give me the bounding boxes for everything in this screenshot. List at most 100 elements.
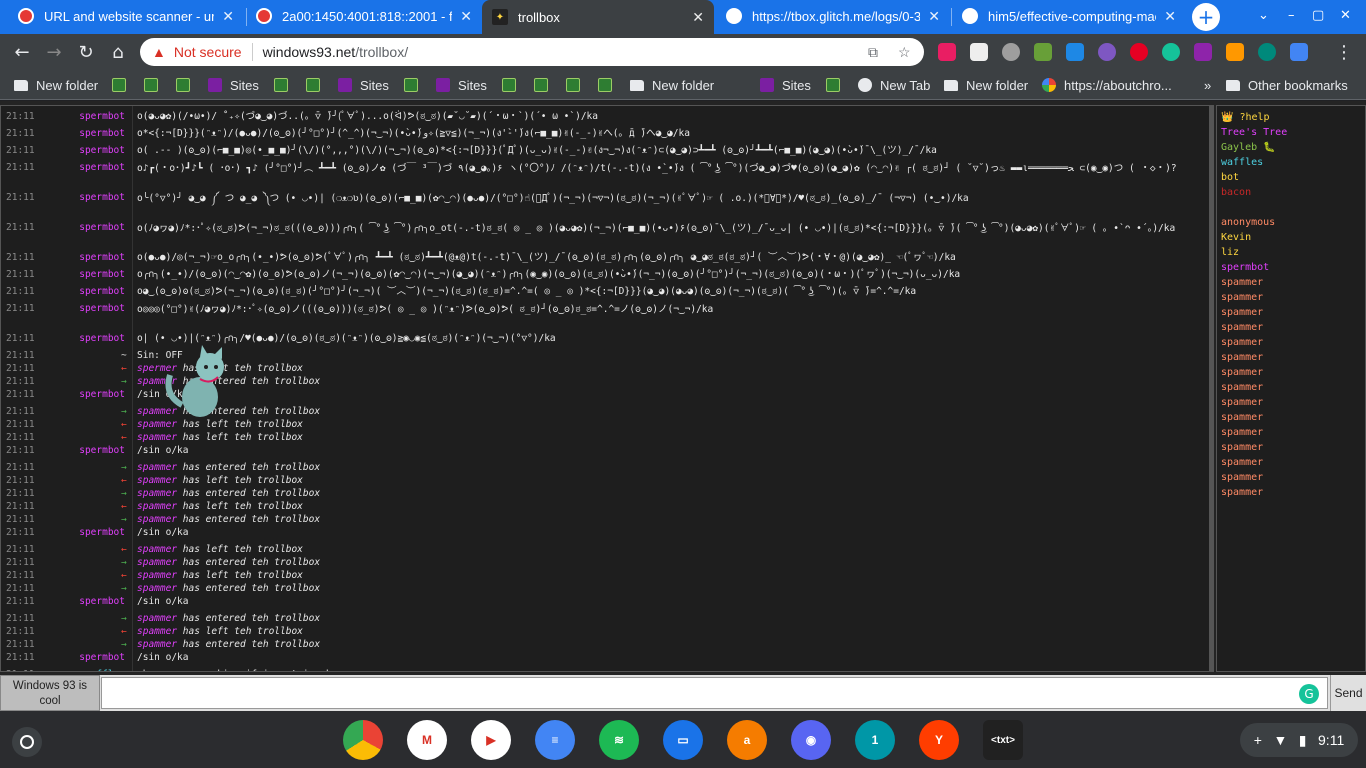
message-nick[interactable]: spermbot (79, 332, 125, 345)
event-nick[interactable]: spammer (137, 419, 177, 430)
chat-scrollbar[interactable] (1210, 105, 1214, 672)
user-list-item[interactable]: bacon (1221, 185, 1361, 200)
message-nick[interactable]: spermbot (79, 144, 125, 157)
discord-icon[interactable]: ◉ (791, 720, 831, 760)
other-bookmarks[interactable]: Other bookmarks (1226, 75, 1348, 95)
launcher-button[interactable] (12, 727, 42, 757)
event-nick[interactable]: spammer (137, 613, 177, 624)
extension-icon[interactable] (938, 43, 956, 61)
user-list-item[interactable]: spammer (1221, 290, 1361, 305)
forward-button[interactable]: → (42, 40, 66, 64)
message-nick[interactable]: spermbot (79, 444, 125, 457)
extension-icon[interactable] (1098, 43, 1116, 61)
security-status[interactable]: Not secure (174, 44, 242, 60)
event-nick[interactable]: spammer (137, 432, 177, 443)
bookmark-sites[interactable]: Sites (436, 75, 487, 95)
yandex-icon[interactable]: Y (919, 720, 959, 760)
bookmark-star-icon[interactable]: ☆ (898, 44, 911, 61)
open-external-icon[interactable]: ⧉ (868, 44, 878, 61)
one-icon[interactable]: 1 (855, 720, 895, 760)
user-list-item[interactable]: liz (1221, 245, 1361, 260)
address-bar[interactable]: ▲ Not secure windows93.net/trollbox/ ⧉ ☆ (140, 38, 924, 66)
back-button[interactable]: ← (10, 40, 34, 64)
user-list-item[interactable]: spammer (1221, 365, 1361, 380)
docs-icon[interactable]: ≡ (535, 720, 575, 760)
user-list-item[interactable]: spammer (1221, 395, 1361, 410)
new-tab-button[interactable]: + (1192, 3, 1220, 31)
user-list-item[interactable]: bot (1221, 170, 1361, 185)
message-nick[interactable]: spermbot (79, 127, 125, 140)
tab-url-scanner[interactable]: URL and website scanner - urlsc ✕ (8, 0, 244, 32)
warning-icon[interactable]: ▲ (152, 44, 166, 60)
bookmark-new-folder[interactable]: New folder (944, 75, 1028, 95)
txt-icon[interactable]: <txt> (983, 720, 1023, 760)
close-window-button[interactable]: ✕ (1340, 8, 1351, 23)
close-icon[interactable]: ✕ (460, 8, 472, 25)
extension-icon[interactable] (970, 43, 988, 61)
bookmark-extension[interactable] (144, 75, 166, 95)
user-list-item[interactable]: waffles (1221, 155, 1361, 170)
extension-icon[interactable] (1194, 43, 1212, 61)
files-icon[interactable]: ▭ (663, 720, 703, 760)
message-nick[interactable]: spermbot (79, 191, 125, 204)
extension-icon[interactable] (1002, 43, 1020, 61)
user-list-item[interactable]: Kevin (1221, 230, 1361, 245)
tab-github[interactable]: him5/effective-computing-mach ✕ (952, 0, 1186, 32)
close-icon[interactable]: ✕ (222, 8, 234, 25)
message-nick[interactable]: spermbot (79, 285, 125, 298)
bookmark-extension[interactable] (566, 75, 588, 95)
bookmark-extension[interactable] (176, 75, 198, 95)
tab-tbox-logs[interactable]: https://tbox.glitch.me/logs/0-3 ✕ (716, 0, 950, 32)
tab-search-icon[interactable]: ⌄ (1258, 8, 1269, 23)
extension-icon[interactable] (1258, 43, 1276, 61)
user-list-item[interactable]: spammer (1221, 440, 1361, 455)
message-nick[interactable]: spermbot (79, 526, 125, 539)
bookmark-extension[interactable] (826, 75, 848, 95)
event-nick[interactable]: spammer (137, 501, 177, 512)
pinterest-icon[interactable] (1130, 43, 1148, 61)
user-list-item[interactable]: spammer (1221, 305, 1361, 320)
chrome-icon[interactable] (343, 720, 383, 760)
spotify-icon[interactable]: ≋ (599, 720, 639, 760)
message-input[interactable]: G (101, 677, 1328, 709)
event-nick[interactable]: spammer (137, 475, 177, 486)
bookmarks-overflow-button[interactable]: » (1204, 75, 1211, 95)
event-nick[interactable]: spammer (137, 626, 177, 637)
user-list-item[interactable]: spermbot (1221, 260, 1361, 275)
user-list-item[interactable]: spammer (1221, 380, 1361, 395)
user-list-item[interactable] (1221, 200, 1361, 215)
reload-button[interactable]: ↻ (74, 40, 98, 64)
menu-icon[interactable]: ⋮ (1332, 40, 1356, 64)
message-nick[interactable]: spermbot (79, 110, 125, 123)
user-list-item[interactable]: anonymous (1221, 215, 1361, 230)
user-list-item[interactable]: Gayleb 🐛 (1221, 140, 1361, 155)
message-nick[interactable]: spermbot (79, 251, 125, 264)
extension-icon[interactable] (1066, 43, 1084, 61)
tab-trollbox[interactable]: ✦ trollbox ✕ (482, 0, 714, 34)
bookmark-extension[interactable] (404, 75, 426, 95)
close-icon[interactable]: ✕ (692, 9, 704, 26)
avast-icon[interactable]: a (727, 720, 767, 760)
bookmark-sites[interactable]: Sites (338, 75, 389, 95)
user-list-item[interactable]: Tree's Tree (1221, 125, 1361, 140)
user-list-item[interactable]: spammer (1221, 335, 1361, 350)
event-nick[interactable]: spammer (137, 488, 177, 499)
bookmark-extension[interactable] (502, 75, 524, 95)
user-list-item[interactable]: spammer (1221, 350, 1361, 365)
event-nick[interactable]: spammer (137, 514, 177, 525)
bookmark-extension[interactable] (534, 75, 556, 95)
message-nick[interactable]: waffles (85, 668, 125, 671)
user-list-item[interactable]: spammer (1221, 455, 1361, 470)
maximize-button[interactable]: ▢ (1312, 8, 1324, 23)
bookmark-sites[interactable]: Sites (208, 75, 259, 95)
tab-ip-lookup[interactable]: 2a00:1450:4001:818::2001 - fra ✕ (246, 0, 482, 32)
bookmark-new-folder[interactable]: New folder (14, 75, 98, 95)
extension-icon[interactable] (1226, 43, 1244, 61)
event-nick[interactable]: spammer (137, 462, 177, 473)
message-nick[interactable]: spermbot (79, 161, 125, 174)
event-nick[interactable]: spammer (137, 639, 177, 650)
extension-icon[interactable] (1034, 43, 1052, 61)
event-nick[interactable]: spammer (137, 557, 177, 568)
play-store-icon[interactable]: ▶ (471, 720, 511, 760)
grammarly-icon[interactable]: G (1299, 684, 1319, 704)
